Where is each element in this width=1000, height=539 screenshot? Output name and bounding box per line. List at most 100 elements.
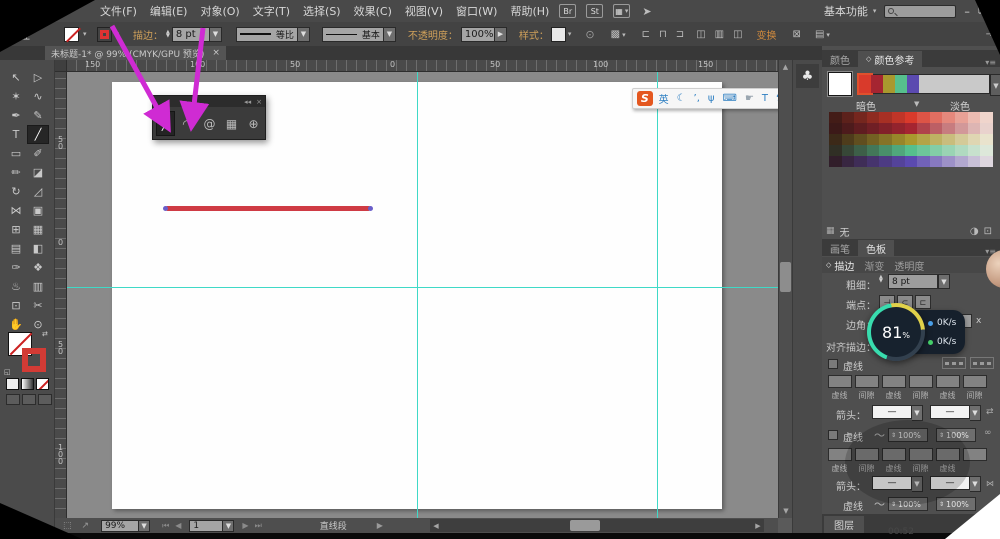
align-buttons[interactable]: ⊏⊓⊐ bbox=[642, 29, 685, 40]
color-guide-cell[interactable] bbox=[905, 134, 918, 145]
panel-menu-icon[interactable]: ▾≡ bbox=[985, 58, 996, 67]
color-guide-cell[interactable] bbox=[867, 134, 880, 145]
color-button[interactable] bbox=[6, 378, 19, 390]
line-segment-tool[interactable]: ╱ bbox=[156, 111, 175, 136]
opacity-dropdown[interactable]: ▶ bbox=[495, 27, 507, 42]
gradient-tool[interactable]: ◧ bbox=[27, 239, 49, 258]
color-guide-cell[interactable] bbox=[980, 156, 993, 167]
dash-field-4[interactable] bbox=[936, 375, 960, 388]
menu-item-8[interactable]: 帮助(H) bbox=[510, 3, 549, 19]
color-guide-cell[interactable] bbox=[955, 156, 968, 167]
color-guide-cell[interactable] bbox=[842, 112, 855, 123]
scroll-left-icon[interactable]: ◀ bbox=[430, 519, 442, 532]
chevron-down-icon[interactable]: ▼ bbox=[914, 100, 919, 108]
line-anchor-left[interactable] bbox=[163, 206, 168, 211]
tab-brushes[interactable]: 画笔 bbox=[822, 240, 858, 256]
color-guide-cell[interactable] bbox=[905, 145, 918, 156]
status-expand-icon[interactable]: ▶ bbox=[377, 521, 383, 530]
magic-wand-tool[interactable]: ✶ bbox=[5, 87, 27, 106]
perspective-grid-tool[interactable]: ▦ bbox=[27, 220, 49, 239]
color-guide-cell[interactable] bbox=[905, 123, 918, 134]
color-guide-cell[interactable] bbox=[879, 156, 892, 167]
color-guide-cell[interactable] bbox=[892, 123, 905, 134]
collapse-icon[interactable]: ◂◂ bbox=[244, 98, 251, 106]
rect-grid-tool[interactable]: ▦ bbox=[222, 111, 241, 136]
floating-panel-titlebar[interactable]: ◂◂ × bbox=[153, 96, 265, 107]
stroke-weight-dropdown[interactable]: ▼ bbox=[210, 27, 222, 42]
scroll-right-icon[interactable]: ▶ bbox=[752, 519, 764, 532]
width-profile-dropdown[interactable]: ▼ bbox=[298, 27, 310, 42]
pencil-tool[interactable]: ✏ bbox=[5, 163, 27, 182]
next-artboard-icon[interactable]: ▶ bbox=[242, 521, 248, 530]
column-graph-tool[interactable]: ▥ bbox=[27, 277, 49, 296]
color-guide-cell[interactable] bbox=[955, 123, 968, 134]
distribute-buttons[interactable]: ◫▥◫ bbox=[696, 29, 742, 40]
menu-item-6[interactable]: 视图(V) bbox=[405, 3, 443, 19]
horizontal-scrollbar[interactable]: ◀ ▶ bbox=[430, 519, 764, 532]
scroll-down-icon[interactable]: ▼ bbox=[779, 504, 793, 518]
color-guide-cell[interactable] bbox=[980, 134, 993, 145]
color-guide-cell[interactable] bbox=[829, 123, 842, 134]
align-dashes-button[interactable] bbox=[970, 357, 994, 369]
dash-field-3[interactable] bbox=[909, 375, 933, 388]
color-guide-cell[interactable] bbox=[867, 145, 880, 156]
hand-icon[interactable]: ☛ bbox=[745, 93, 754, 104]
color-guide-cell[interactable] bbox=[955, 112, 968, 123]
menu-item-1[interactable]: 编辑(E) bbox=[150, 3, 188, 19]
color-guide-cell[interactable] bbox=[892, 134, 905, 145]
zoom-level-value[interactable]: 99% bbox=[101, 520, 139, 532]
cap-projecting-button[interactable]: ⊏ bbox=[915, 295, 931, 309]
swap-arrowheads-icon-2[interactable]: ⋈ bbox=[986, 479, 994, 488]
color-guide-cell[interactable] bbox=[854, 123, 867, 134]
vertical-scrollbar[interactable]: ▲ ▼ bbox=[778, 60, 792, 518]
color-guide-cell[interactable] bbox=[842, 123, 855, 134]
close-icon[interactable]: × bbox=[256, 98, 262, 106]
gpu-performance-icon[interactable]: ➤ bbox=[642, 5, 651, 18]
guide-horizontal[interactable] bbox=[67, 287, 778, 288]
pasteboard[interactable]: ◂◂ × ╱◠@▦⊕ S 英☾’,ψ⌨☛T⚒ bbox=[67, 72, 778, 518]
color-guide-cell[interactable] bbox=[917, 134, 930, 145]
mesh-tool[interactable]: ▤ bbox=[5, 239, 27, 258]
dash-field-1[interactable] bbox=[855, 375, 879, 388]
weight-dropdown[interactable]: ▼ bbox=[938, 274, 950, 289]
scroll-up-icon[interactable]: ▲ bbox=[779, 60, 792, 74]
draw-inside-button[interactable] bbox=[38, 394, 52, 405]
base-color-swatch[interactable] bbox=[828, 72, 852, 96]
color-guide-cell[interactable] bbox=[980, 145, 993, 156]
horizontal-ruler[interactable]: 15010050050100150 bbox=[67, 60, 778, 72]
eyedropper-tool[interactable]: ✑ bbox=[5, 258, 27, 277]
bounding-box-icon[interactable]: ⊠ bbox=[793, 29, 801, 40]
limit-color-group-icon[interactable]: ◑ bbox=[970, 226, 979, 237]
isolate-icon[interactable]: ▤▾ bbox=[815, 29, 830, 40]
color-guide-cell[interactable] bbox=[892, 112, 905, 123]
preserve-dashes-button[interactable] bbox=[942, 357, 966, 369]
color-guide-cell[interactable] bbox=[879, 123, 892, 134]
arrowhead-start-select[interactable]: —▼ bbox=[872, 405, 923, 421]
blend-tool[interactable]: ❖ bbox=[27, 258, 49, 277]
width-profile-select[interactable]: 等比 bbox=[236, 27, 298, 42]
color-guide-cell[interactable] bbox=[842, 134, 855, 145]
color-guide-grid[interactable] bbox=[829, 112, 993, 167]
variations-dropdown[interactable]: ▼ bbox=[990, 74, 1000, 96]
paintbrush-tool[interactable]: ✐ bbox=[27, 144, 49, 163]
menu-item-7[interactable]: 窗口(W) bbox=[456, 3, 497, 19]
restore-button[interactable]: ❏ bbox=[978, 6, 986, 16]
club-panel-icon[interactable]: ♣ bbox=[796, 64, 819, 88]
tab-swatches[interactable]: 色板 bbox=[858, 240, 894, 256]
color-guide-cell[interactable] bbox=[930, 123, 943, 134]
workspace-switcher[interactable]: 基本功能 ▾ bbox=[824, 3, 877, 19]
opacity-label-link[interactable]: 不透明度： bbox=[408, 27, 458, 42]
color-guide-cell[interactable] bbox=[917, 145, 930, 156]
none-button[interactable] bbox=[36, 378, 49, 390]
color-guide-cell[interactable] bbox=[968, 134, 981, 145]
color-guide-cell[interactable] bbox=[917, 123, 930, 134]
brush-definition-dropdown[interactable]: ▼ bbox=[384, 27, 396, 42]
color-guide-cell[interactable] bbox=[854, 156, 867, 167]
rotate-tool[interactable]: ↻ bbox=[5, 182, 27, 201]
color-guide-cell[interactable] bbox=[829, 145, 842, 156]
line-segment-tool[interactable]: ╱ bbox=[27, 125, 49, 144]
dash-field-2[interactable] bbox=[882, 375, 906, 388]
tab-layers[interactable]: 图层 bbox=[824, 516, 864, 533]
guide-vertical-1[interactable] bbox=[417, 72, 418, 518]
stroke-label-link[interactable]: 描边： bbox=[133, 27, 163, 42]
